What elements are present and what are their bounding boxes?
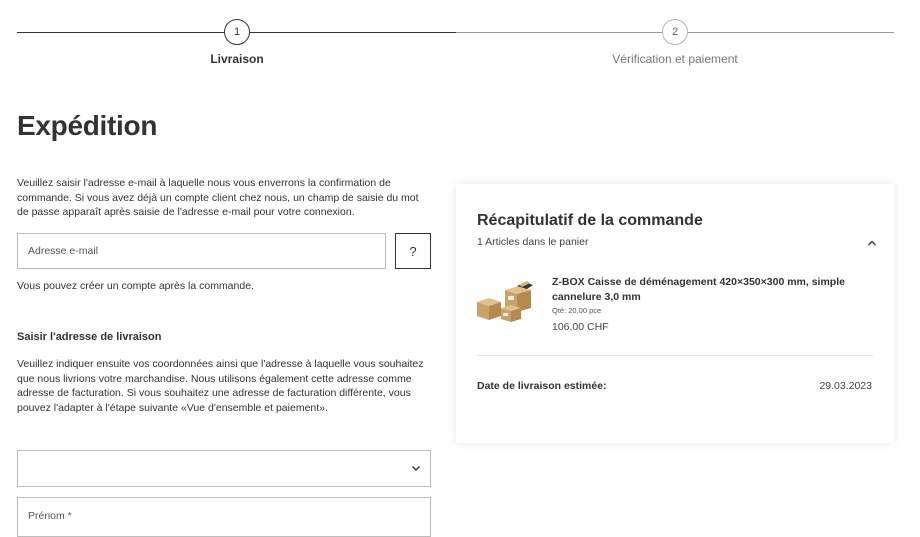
step-2-indicator: 2 bbox=[662, 19, 688, 45]
product-quantity: Qté: 20,00 pce bbox=[552, 306, 602, 315]
email-help-button[interactable]: ? bbox=[395, 233, 431, 269]
address-section-heading: Saisir l'adresse de livraison bbox=[17, 331, 162, 343]
account-note: Vous pouvez créer un compte après la com… bbox=[17, 280, 254, 292]
chevron-down-icon bbox=[412, 466, 420, 471]
delivery-date-value: 29.03.2023 bbox=[819, 380, 872, 392]
delivery-date-label: Date de livraison estimée: bbox=[477, 380, 607, 392]
email-intro-text: Veuillez saisir l'adresse e-mail à laque… bbox=[17, 177, 419, 218]
page-title: Expédition bbox=[17, 110, 158, 141]
moving-boxes-image bbox=[477, 281, 533, 322]
firstname-input[interactable] bbox=[17, 497, 431, 537]
order-summary-card: Récapitulatif de la commande 1 Articles … bbox=[456, 184, 894, 443]
summary-divider bbox=[477, 355, 873, 356]
product-name[interactable]: Z-BOX Caisse de déménagement 420×350×300… bbox=[552, 275, 872, 304]
chevron-up-icon[interactable] bbox=[866, 237, 878, 249]
salutation-select[interactable] bbox=[17, 450, 431, 487]
order-summary-title: Récapitulatif de la commande bbox=[477, 212, 703, 229]
cart-item-count: 1 Articles dans le panier bbox=[477, 236, 589, 248]
step-1-indicator: 1 bbox=[224, 19, 250, 45]
step-2-label: Vérification et paiement bbox=[612, 52, 738, 66]
step-1-label: Livraison bbox=[210, 52, 264, 66]
address-instructions: Veuillez indiquer ensuite vos coordonnée… bbox=[17, 358, 424, 414]
email-input[interactable] bbox=[17, 233, 386, 269]
product-price: 106,00 CHF bbox=[552, 321, 609, 333]
